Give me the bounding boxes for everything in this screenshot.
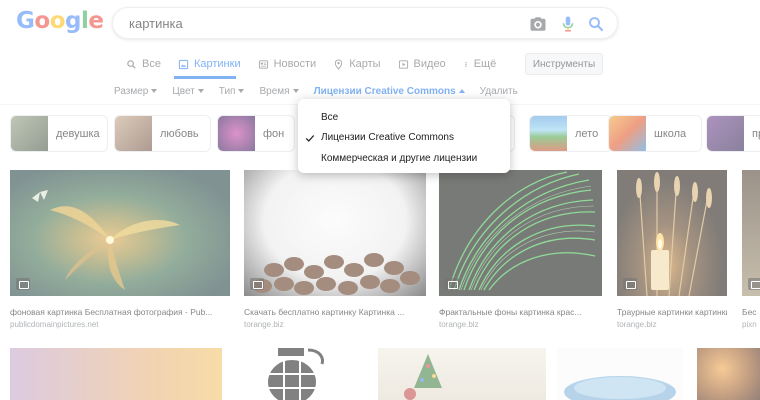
modal-scrim[interactable] xyxy=(0,0,760,400)
menu-item-commercial[interactable]: Коммерческая и другие лицензии xyxy=(321,153,477,164)
license-dropdown: Все Лицензии Creative Commons Коммерческ… xyxy=(298,99,510,173)
check-icon xyxy=(305,135,315,142)
menu-item-creative-commons[interactable]: Лицензии Creative Commons xyxy=(321,132,454,143)
menu-item-all[interactable]: Все xyxy=(321,112,338,123)
